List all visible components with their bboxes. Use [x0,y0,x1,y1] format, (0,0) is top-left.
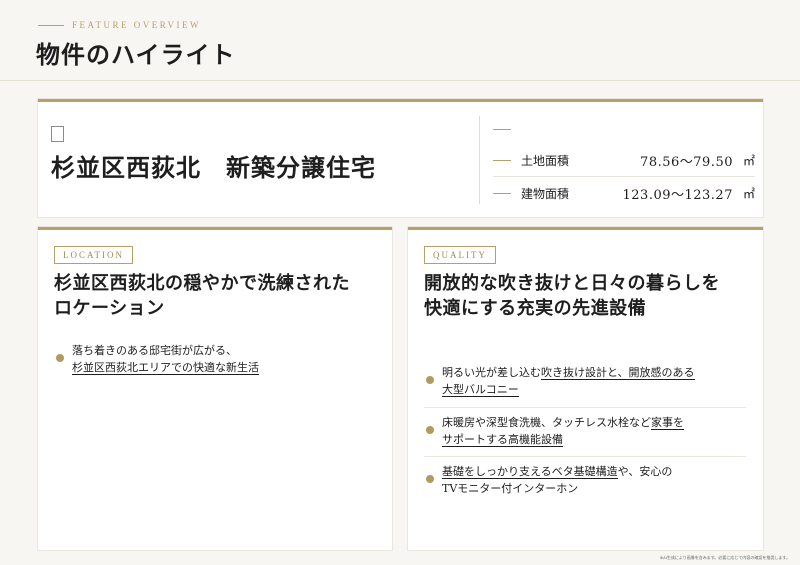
feature-text: や、安心の [617,465,673,478]
location-tag: LOCATION [54,246,133,264]
feature-text-underlined: 吹き抜け設計と、開放感のある [541,366,695,380]
bullet-dot [426,426,434,434]
quality-feature-item: 明るい光が差し込む吹き抜け設計と、開放感のある 大型バルコニー [426,364,746,398]
feature-text-underlined: 家事を [651,416,684,430]
page-title: 物件のハイライト [36,40,236,69]
property-title: 杉並区西荻北 新築分譲住宅 [51,153,376,182]
bullet-dot [426,376,434,384]
quality-card: QUALITY 開放的な吹き抜けと日々の暮らしを 快適にする充実の先進設備 明る… [408,227,763,550]
spec-land-area: 土地面積 78.56～79.50 ㎡ [493,148,755,172]
property-summary-card: 杉並区西荻北 新築分譲住宅 土地面積 78.56～79.50 ㎡ 建物面積 12… [38,99,763,217]
quality-feature-item: 床暖房や深型食洗機、タッチレス水栓など家事を サポートする高機能設備 [426,414,746,448]
spec-unit: ㎡ [742,186,755,201]
eyebrow: FEATURE OVERVIEW [38,20,201,30]
feature-text-underlined: 大型バルコニー [442,383,519,397]
location-title-line: ロケーション [54,298,165,319]
checkbox-icon [51,126,64,142]
spec-building-area: 建物面積 123.09～123.27 ㎡ [493,181,755,205]
spec-unit: ㎡ [742,153,755,168]
quality-title: 開放的な吹き抜けと日々の暮らしを 快適にする充実の先進設備 [424,271,720,321]
quality-title-line: 快適にする充実の先進設備 [424,298,647,319]
location-title-line: 杉並区西荻北の穏やかで洗練された [54,273,350,294]
bullet-dot [426,475,434,483]
bullet-dot [56,354,64,362]
eyebrow-rule [38,24,64,26]
spec-dash [493,159,511,161]
spec-dash [493,192,511,194]
location-feature-item: 落ち着きのある邸宅街が広がる、 杉並区西荻北エリアでの快適な新生活 [56,342,376,376]
feature-text: 床暖房や深型食洗機、タッチレス水栓など [442,416,651,429]
page-header: FEATURE OVERVIEW 物件のハイライト [0,0,800,81]
feature-text: 明るい光が差し込む [442,366,541,379]
quality-feature-item: 基礎をしっかり支えるベタ基礎構造や、安心の TVモニター付インターホン [426,463,746,497]
spec-label: 土地面積 [521,153,570,168]
spec-accent-rule [493,129,511,130]
spec-label: 建物面積 [521,186,570,201]
quality-title-line: 開放的な吹き抜けと日々の暮らしを [424,273,720,294]
feature-text-underlined: サポートする高機能設備 [442,433,563,447]
feature-line-underlined: 杉並区西荻北エリアでの快適な新生活 [72,361,259,375]
item-divider [424,456,746,457]
vertical-divider [479,116,480,204]
location-title: 杉並区西荻北の穏やかで洗練された ロケーション [54,271,350,321]
quality-tag: QUALITY [424,246,496,264]
eyebrow-text: FEATURE OVERVIEW [72,20,202,30]
item-divider [424,407,746,408]
spec-value: 123.09～123.27 [622,187,733,203]
feature-text-underlined: 基礎をしっかり支えるベタ基礎構造 [442,465,618,479]
feature-line: 落ち着きのある邸宅街が広がる、 [72,344,237,357]
feature-text: TVモニター付インターホン [442,482,579,495]
spec-value: 78.56～79.50 [640,154,733,170]
spec-divider [493,176,755,177]
footnote: ※AI生成により画像を含みます。必要に応じて内容の確認を推奨します。 [659,555,790,560]
location-card: LOCATION 杉並区西荻北の穏やかで洗練された ロケーション 落ち着きのある… [38,227,392,550]
